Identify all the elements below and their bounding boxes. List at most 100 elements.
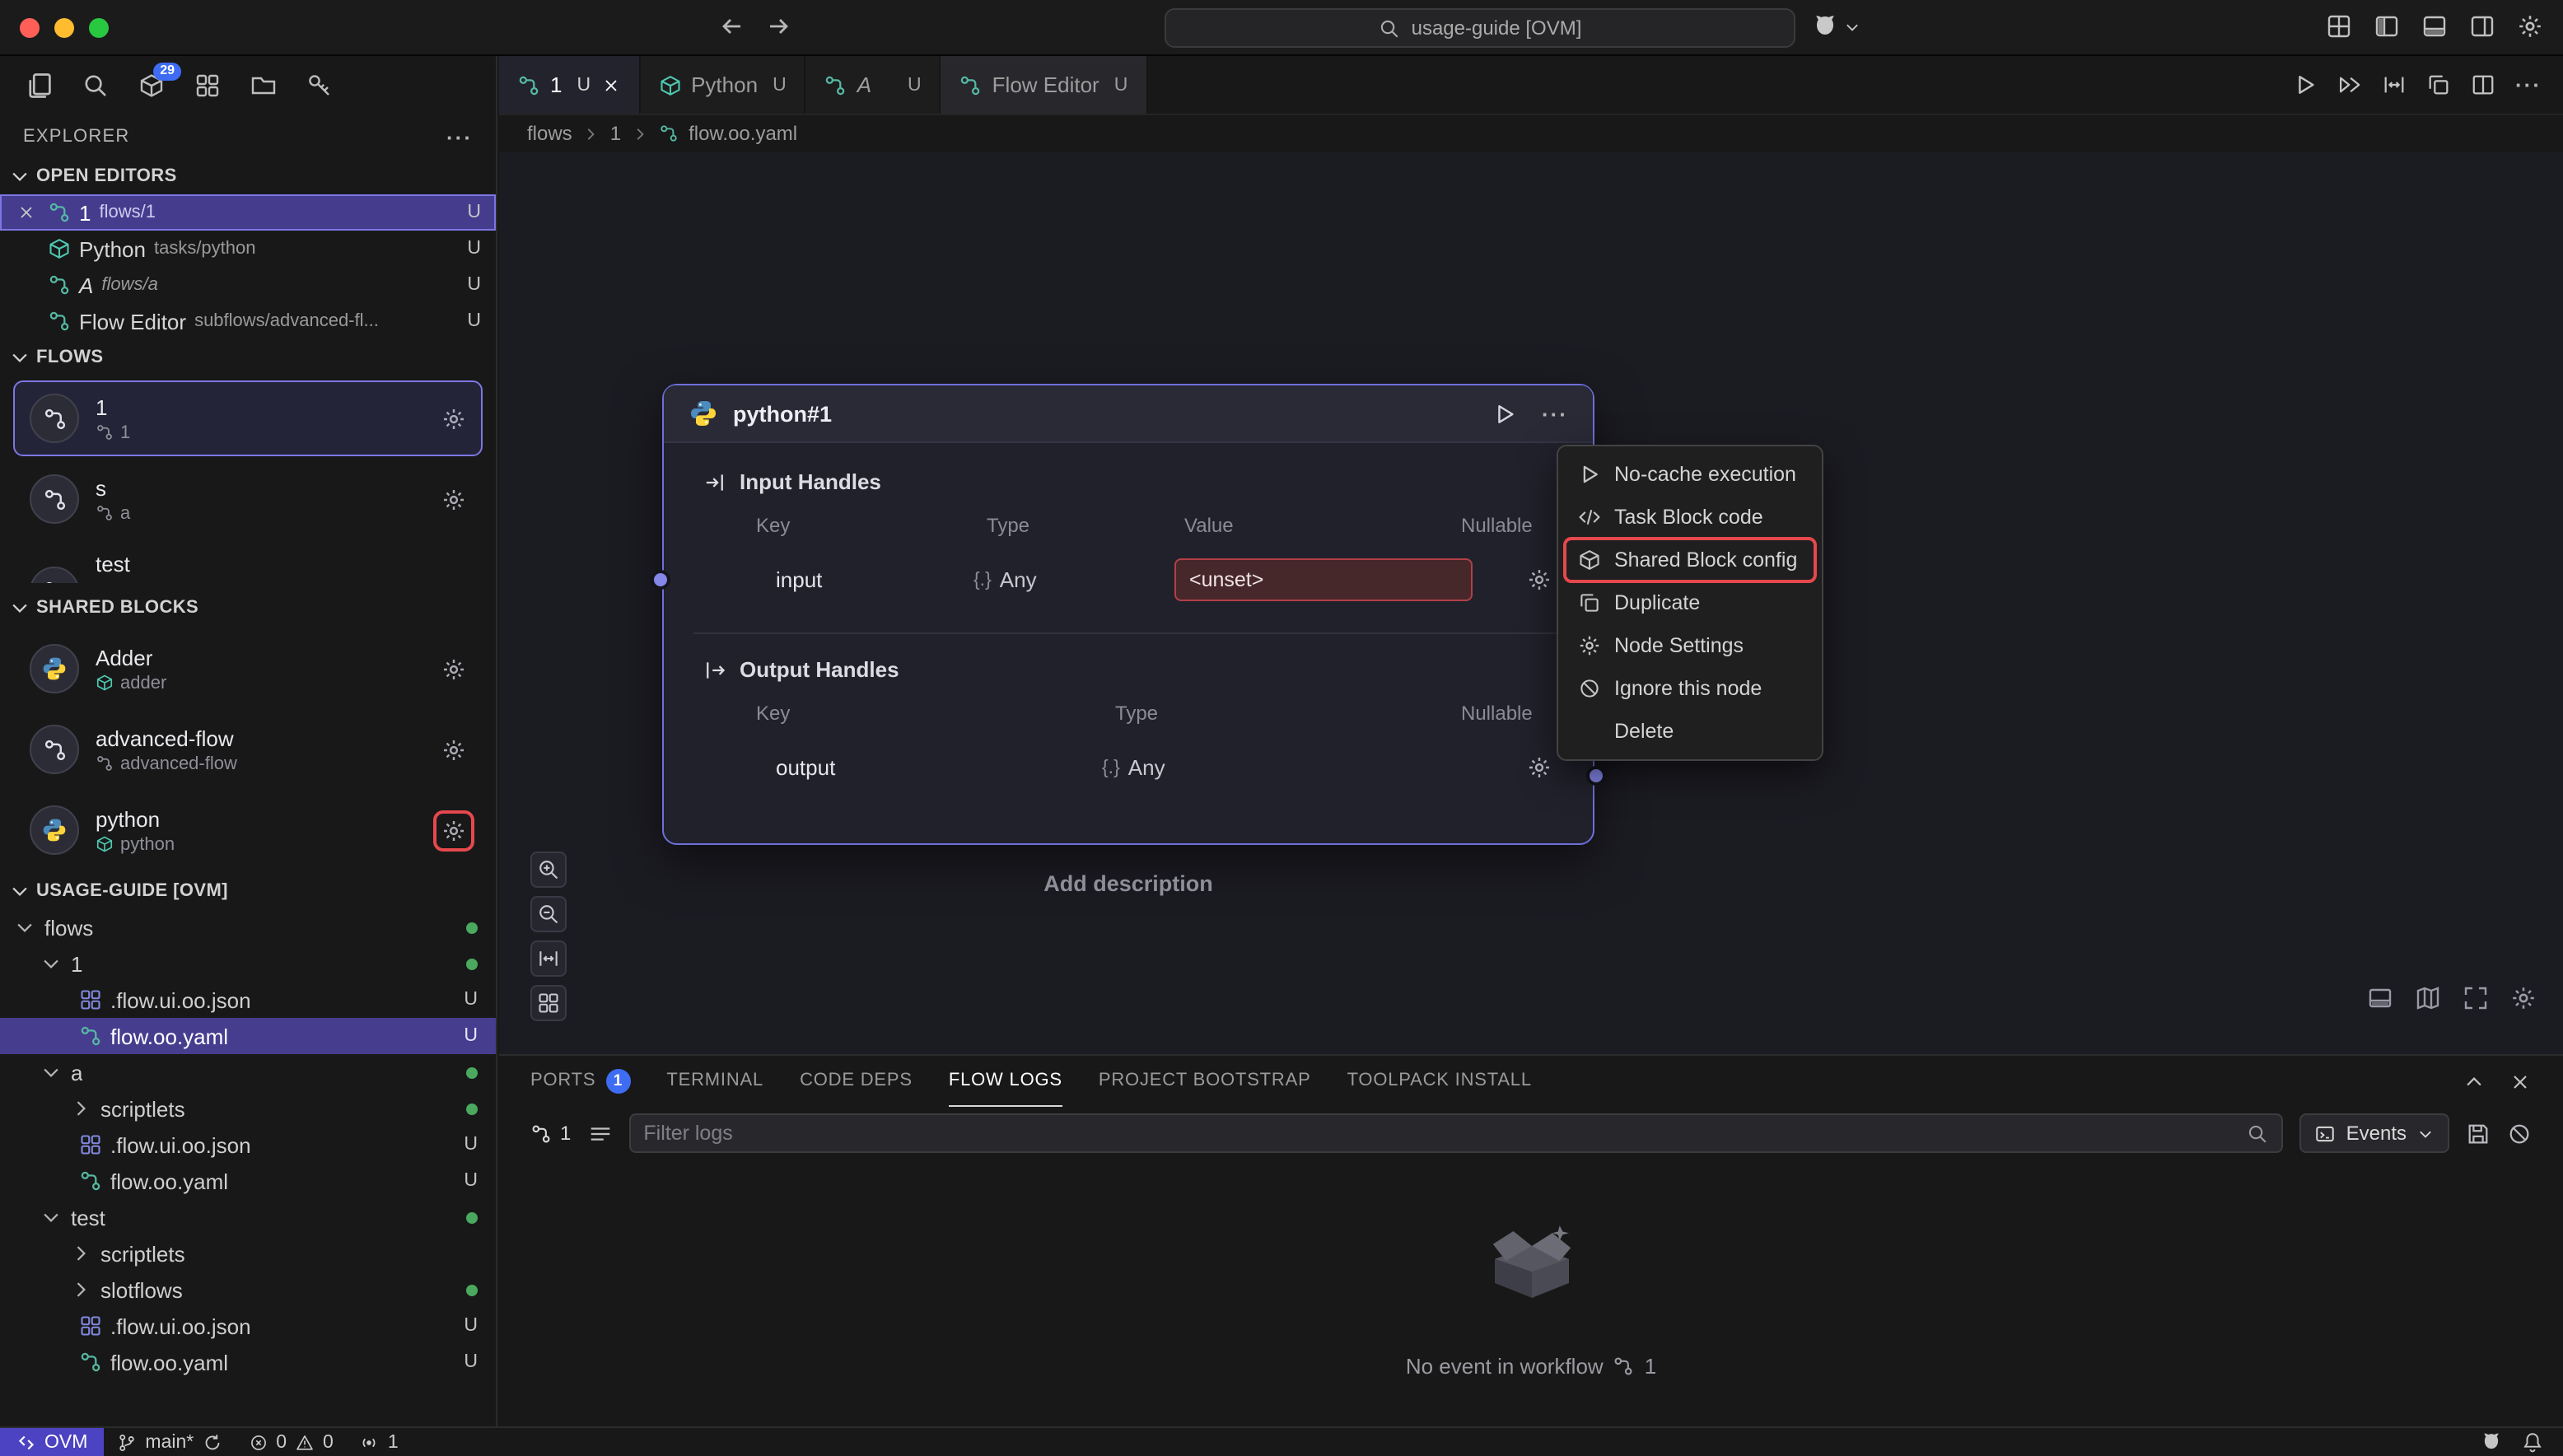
flow-card[interactable]: s a (13, 461, 483, 537)
handle-value-unset[interactable]: <unset> (1174, 558, 1473, 601)
panel-tab-ports[interactable]: PORTS 1 (530, 1056, 630, 1107)
tab-flow-a[interactable]: A U (806, 56, 941, 114)
console-panel-icon[interactable] (2367, 985, 2393, 1011)
canvas-settings-gear-icon[interactable] (2510, 985, 2537, 1011)
open-editors-header[interactable]: OPEN EDITORS (0, 158, 496, 194)
forward-icon[interactable] (766, 13, 792, 40)
tab-python[interactable]: Python U (640, 56, 806, 114)
menu-item-task-block-code[interactable]: Task Block code (1565, 496, 1815, 539)
overview-button[interactable] (530, 985, 567, 1021)
block-settings-gear-icon[interactable] (441, 737, 466, 762)
tree-folder[interactable]: scriptlets (0, 1235, 496, 1272)
minimize-window-button[interactable] (54, 18, 74, 38)
copilot-button[interactable] (1812, 13, 1861, 40)
panel-tab-flow-logs[interactable]: FLOW LOGS (949, 1056, 1062, 1107)
toggle-sidebar-icon[interactable] (2374, 13, 2400, 40)
tree-file[interactable]: .flow.ui.oo.json U (0, 982, 496, 1018)
secrets-view-button[interactable] (301, 68, 336, 103)
open-editor-item[interactable]: Flow Editor subflows/advanced-fl... U (0, 303, 496, 339)
node-description-placeholder[interactable]: Add description (662, 871, 1594, 896)
panel-tab-terminal[interactable]: TERMINAL (666, 1056, 763, 1107)
flows-section-header[interactable]: FLOWS (0, 339, 496, 376)
git-branch-indicator[interactable]: main* (104, 1428, 235, 1456)
store-view-button[interactable]: 29 (133, 68, 168, 103)
files-view-button[interactable] (21, 68, 56, 103)
tree-file[interactable]: .flow.ui.oo.json U (0, 1308, 496, 1344)
flow-settings-gear-icon[interactable] (441, 406, 466, 431)
menu-item-node-settings[interactable]: Node Settings (1565, 624, 1815, 667)
flow-selector[interactable]: 1 (530, 1122, 571, 1145)
tree-folder[interactable]: test (0, 1199, 496, 1235)
settings-gear-icon[interactable] (2517, 13, 2543, 40)
zoom-out-button[interactable] (530, 896, 567, 932)
tree-file-selected[interactable]: flow.oo.yaml U (0, 1018, 496, 1054)
tree-file[interactable]: flow.oo.yaml U (0, 1163, 496, 1199)
output-port-dot[interactable] (1586, 766, 1606, 786)
tree-folder[interactable]: a (0, 1054, 496, 1090)
toggle-secondary-sidebar-icon[interactable] (2469, 13, 2495, 40)
shared-blocks-section-header[interactable]: SHARED BLOCKS (0, 590, 496, 626)
tree-folder[interactable]: slotflows (0, 1272, 496, 1308)
breadcrumb-item[interactable]: 1 (610, 122, 621, 145)
tree-file[interactable]: flow.oo.yaml U (0, 1344, 496, 1380)
search-view-button[interactable] (77, 68, 112, 103)
input-port-dot[interactable] (651, 570, 670, 590)
close-icon[interactable] (600, 75, 620, 95)
shared-block-card[interactable]: python python (13, 792, 483, 868)
menu-item-shared-block-config[interactable]: Shared Block config (1565, 539, 1815, 581)
extensions-view-button[interactable] (189, 68, 224, 103)
notifications-bell-icon[interactable] (2522, 1431, 2543, 1453)
menu-item-duplicate[interactable]: Duplicate (1565, 581, 1815, 624)
handle-settings-gear-icon[interactable] (1527, 567, 1552, 592)
close-panel-icon[interactable] (2509, 1070, 2532, 1093)
more-actions-icon[interactable]: ··· (2515, 72, 2542, 97)
block-settings-gear-icon-highlighted[interactable] (441, 818, 466, 842)
toggle-panel-icon[interactable] (2421, 13, 2448, 40)
panel-tab-code-deps[interactable]: CODE DEPS (800, 1056, 913, 1107)
explorer-more-icon[interactable]: ··· (446, 124, 473, 149)
remote-indicator[interactable]: OVM (0, 1428, 104, 1456)
menu-item-no-cache-execution[interactable]: No-cache execution (1565, 453, 1815, 496)
tree-folder[interactable]: flows (0, 909, 496, 945)
chevron-up-icon[interactable] (2463, 1070, 2486, 1093)
problems-indicator[interactable]: 0 0 (235, 1428, 347, 1456)
tree-file[interactable]: .flow.ui.oo.json U (0, 1127, 496, 1163)
menu-item-delete[interactable]: Delete (1565, 710, 1815, 753)
split-editor-icon[interactable] (2471, 72, 2495, 97)
filter-logs-input[interactable] (643, 1122, 2237, 1145)
run-node-icon[interactable] (1492, 401, 1517, 426)
breadcrumb-item[interactable]: flows (527, 122, 572, 145)
tree-folder[interactable]: 1 (0, 945, 496, 982)
events-dropdown[interactable]: Events (2300, 1113, 2449, 1153)
shared-block-card[interactable]: Adder adder (13, 631, 483, 707)
forwarded-ports-indicator[interactable]: 1 (347, 1428, 412, 1456)
handle-settings-gear-icon[interactable] (1527, 755, 1552, 780)
maximize-window-button[interactable] (89, 18, 109, 38)
export-logs-icon[interactable] (2466, 1121, 2491, 1146)
flow-settings-gear-icon[interactable] (441, 487, 466, 511)
copilot-cat-icon[interactable] (2481, 1431, 2502, 1453)
filter-logs-field[interactable] (628, 1113, 2283, 1153)
tree-folder[interactable]: scriptlets (0, 1090, 496, 1127)
open-editor-item[interactable]: A flows/a U (0, 267, 496, 303)
breadcrumb-item[interactable]: flow.oo.yaml (689, 122, 797, 145)
menu-item-ignore-node[interactable]: Ignore this node (1565, 667, 1815, 710)
clear-logs-icon[interactable] (2507, 1121, 2532, 1146)
flow-canvas[interactable]: python#1 ··· Input Handles Key Type Valu… (499, 152, 2563, 1054)
duplicate-icon[interactable] (2426, 72, 2451, 97)
minimap-icon[interactable] (2415, 985, 2441, 1011)
log-list-icon[interactable] (587, 1121, 612, 1146)
flow-card[interactable]: 1 1 (13, 380, 483, 456)
command-center-search[interactable]: usage-guide [OVM] (1165, 8, 1795, 48)
back-icon[interactable] (718, 13, 745, 40)
run-flow-icon[interactable] (2293, 72, 2318, 97)
open-editor-item[interactable]: Python tasks/python U (0, 231, 496, 267)
handle-type[interactable]: {.} Any (1102, 755, 1165, 780)
panel-tab-project-bootstrap[interactable]: PROJECT BOOTSTRAP (1099, 1056, 1311, 1107)
node-python-1[interactable]: python#1 ··· Input Handles Key Type Valu… (662, 384, 1594, 845)
workspace-section-header[interactable]: USAGE-GUIDE [OVM] (0, 873, 496, 909)
folder-view-button[interactable] (245, 68, 280, 103)
zoom-in-button[interactable] (530, 852, 567, 888)
block-settings-gear-icon[interactable] (441, 656, 466, 681)
tab-flow-editor[interactable]: Flow Editor U (941, 56, 1148, 114)
